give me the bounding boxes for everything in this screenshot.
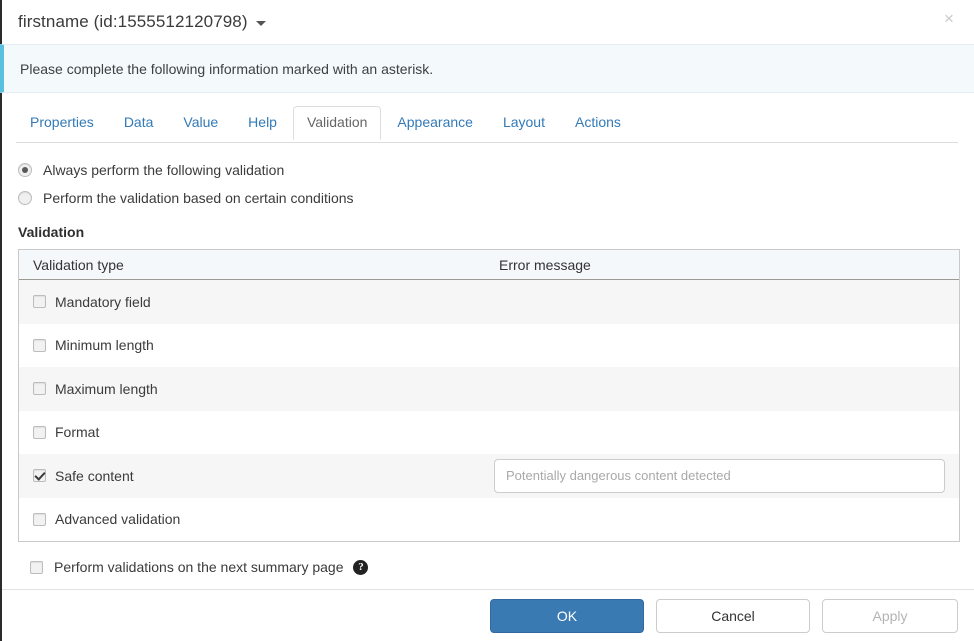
cancel-button[interactable]: Cancel — [656, 598, 810, 633]
validation-checkbox-minimum-length[interactable] — [33, 338, 46, 352]
summary-page-checkbox[interactable] — [30, 560, 43, 574]
validation-panel: Always perform the following validation P… — [2, 143, 974, 589]
validation-type-label[interactable]: Advanced validation — [55, 511, 180, 527]
validation-type-cell: Maximum length — [19, 381, 499, 397]
validation-checkbox-maximum-length[interactable] — [33, 382, 46, 396]
help-icon[interactable]: ? — [353, 559, 369, 575]
validation-type-label[interactable]: Mandatory field — [55, 294, 151, 310]
dialog-titlebar: firstname (id:1555512120798) × — [2, 0, 974, 44]
validation-table: Validation type Error message Mandatory … — [18, 249, 960, 542]
validation-mode-radio-1[interactable] — [18, 191, 32, 205]
validation-mode-radio-0[interactable] — [18, 163, 32, 177]
error-message-cell — [494, 458, 959, 493]
validation-type-label[interactable]: Safe content — [55, 468, 134, 484]
ok-button[interactable]: OK — [490, 598, 644, 633]
chevron-down-icon[interactable] — [255, 20, 266, 26]
validation-type-label[interactable]: Minimum length — [55, 337, 154, 353]
tab-properties[interactable]: Properties — [16, 106, 108, 140]
table-row: Safe content — [19, 454, 959, 498]
apply-button[interactable]: Apply — [822, 598, 958, 633]
tab-validation[interactable]: Validation — [292, 106, 382, 140]
table-row: Advanced validation — [19, 497, 959, 541]
validation-mode-option-0: Always perform the following validation — [18, 157, 958, 183]
table-row: Format — [19, 410, 959, 454]
error-message-input[interactable] — [494, 458, 945, 493]
close-icon[interactable]: × — [938, 8, 960, 30]
tab-value[interactable]: Value — [169, 106, 232, 140]
table-row: Minimum length — [19, 323, 959, 367]
info-banner: Please complete the following informatio… — [0, 44, 974, 93]
validation-type-cell: Advanced validation — [19, 511, 499, 527]
validation-checkbox-advanced-validation[interactable] — [33, 512, 46, 526]
tab-help[interactable]: Help — [234, 106, 291, 140]
validation-checkbox-mandatory-field[interactable] — [33, 295, 46, 309]
validation-type-label[interactable]: Maximum length — [55, 381, 158, 397]
info-banner-text: Please complete the following informatio… — [20, 60, 434, 77]
tab-actions[interactable]: Actions — [561, 106, 635, 140]
field-properties-dialog: firstname (id:1555512120798) × Please co… — [0, 0, 974, 641]
validation-type-cell: Mandatory field — [19, 294, 499, 310]
summary-page-label[interactable]: Perform validations on the next summary … — [54, 559, 343, 575]
validation-type-cell: Format — [19, 424, 499, 440]
dialog-title: firstname (id:1555512120798) — [18, 12, 248, 31]
validation-mode-label-0[interactable]: Always perform the following validation — [43, 162, 284, 178]
dialog-footer: OK Cancel Apply — [2, 589, 974, 641]
tab-data[interactable]: Data — [110, 106, 168, 140]
validation-type-label[interactable]: Format — [55, 424, 99, 440]
section-title: Validation — [18, 224, 85, 240]
validation-mode-group: Always perform the following validation P… — [18, 157, 958, 211]
tab-appearance[interactable]: Appearance — [383, 106, 487, 140]
validation-checkbox-format[interactable] — [33, 425, 46, 439]
tab-bar-divider — [16, 142, 958, 143]
table-header-row: Validation type Error message — [19, 250, 959, 280]
tab-layout[interactable]: Layout — [489, 106, 559, 140]
column-header-error-message: Error message — [499, 256, 591, 273]
table-row: Maximum length — [19, 367, 959, 411]
validation-mode-label-1[interactable]: Perform the validation based on certain … — [43, 190, 354, 206]
validation-type-cell: Minimum length — [19, 337, 499, 353]
tab-bar: Properties Data Value Help Validation Appeara… — [2, 106, 974, 143]
column-header-validation-type: Validation type — [33, 256, 124, 273]
validation-type-cell: Safe content — [19, 468, 494, 484]
validation-mode-option-1: Perform the validation based on certain … — [18, 185, 958, 211]
validation-checkbox-safe-content[interactable] — [33, 469, 46, 483]
summary-page-option-row: Perform validations on the next summary … — [18, 559, 958, 575]
table-row: Mandatory field — [19, 280, 959, 324]
